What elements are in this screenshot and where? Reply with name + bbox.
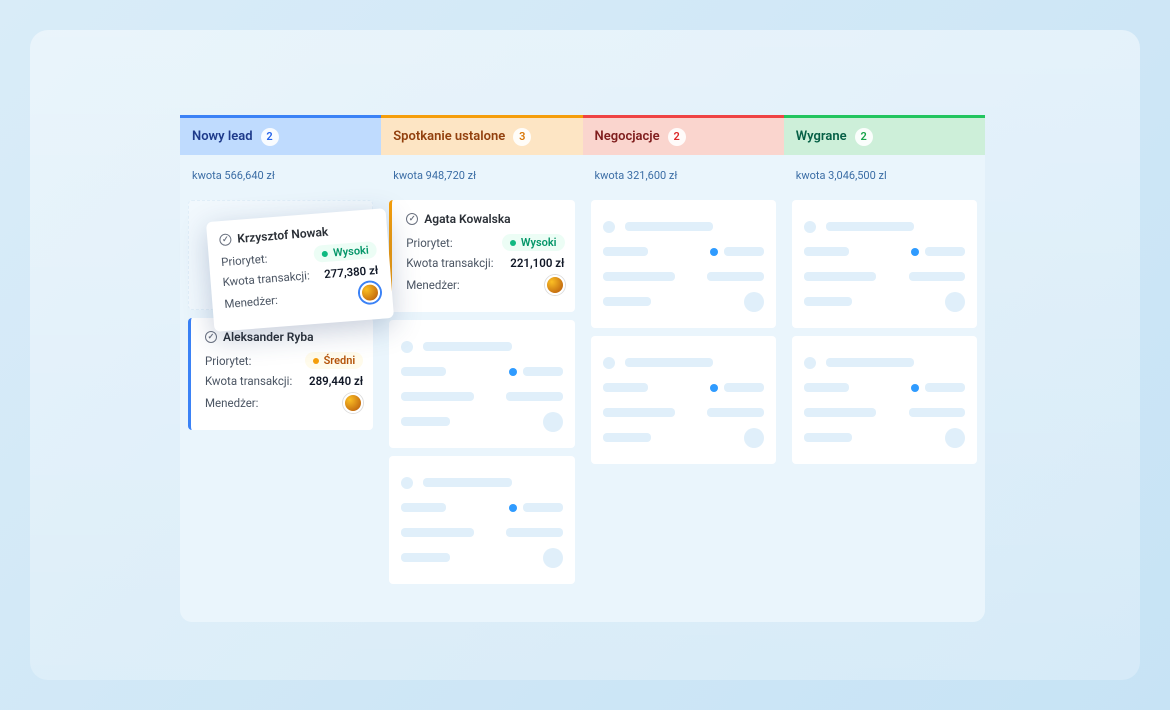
avatar[interactable] [343, 393, 363, 413]
deal-card-placeholder[interactable] [591, 200, 776, 328]
priority-label: Priorytet: [406, 236, 452, 250]
deal-card-placeholder[interactable] [389, 456, 574, 584]
check-icon [219, 233, 232, 246]
column-amount: kwota 566,640 zł [180, 155, 381, 192]
column-count-badge: 3 [513, 128, 531, 146]
priority-dot-icon [313, 358, 319, 364]
amount-label: Kwota transakcji: [205, 374, 292, 388]
kanban-column-new-lead: Nowy lead 2 kwota 566,640 zł Aleksander … [180, 115, 381, 622]
manager-label: Menedżer: [205, 396, 258, 410]
column-count-badge: 2 [855, 128, 873, 146]
column-amount: kwota 948,720 zł [381, 155, 582, 192]
manager-label: Menedżer: [406, 278, 459, 292]
card-title: Agata Kowalska [406, 212, 564, 226]
check-icon [205, 331, 217, 343]
column-header[interactable]: Wygrane 2 [784, 115, 985, 155]
priority-pill: Średni [305, 352, 364, 369]
kanban-column-meeting-set: Spotkanie ustalone 3 kwota 948,720 zł Ag… [381, 115, 582, 622]
deal-card[interactable]: Agata Kowalska Priorytet: Wysoki Kwota t… [389, 200, 574, 312]
priority-label: Priorytet: [221, 251, 268, 269]
avatar[interactable] [545, 275, 565, 295]
column-count-badge: 2 [668, 128, 686, 146]
priority-label: Priorytet: [205, 354, 251, 368]
kanban-column-negotiations: Negocjacje 2 kwota 321,600 zł [583, 115, 784, 622]
amount-label: Kwota transakcji: [222, 268, 310, 289]
column-title: Negocjacje [595, 129, 660, 144]
column-amount: kwota 3,046,500 zl [784, 155, 985, 192]
manager-label: Menedżer: [224, 293, 278, 311]
card-title: Aleksander Ryba [205, 330, 363, 344]
deal-card-placeholder[interactable] [792, 200, 977, 328]
column-header[interactable]: Nowy lead 2 [180, 115, 381, 155]
column-count-badge: 2 [261, 128, 279, 146]
deal-card[interactable]: Aleksander Ryba Priorytet: Średni Kwota … [188, 318, 373, 430]
column-title: Spotkanie ustalone [393, 129, 505, 144]
dragging-deal-card[interactable]: Krzysztof Nowak Priorytet: Wysoki Kwota … [206, 208, 394, 332]
deal-card-placeholder[interactable] [792, 336, 977, 464]
deal-card-placeholder[interactable] [389, 320, 574, 448]
column-title: Nowy lead [192, 129, 253, 144]
amount-value: 289,440 zł [309, 374, 363, 388]
column-amount: kwota 321,600 zł [583, 155, 784, 192]
check-icon [406, 213, 418, 225]
priority-pill: Wysoki [502, 234, 565, 251]
priority-pill: Wysoki [313, 241, 377, 263]
amount-value: 277,380 zł [324, 263, 379, 281]
column-header[interactable]: Spotkanie ustalone 3 [381, 115, 582, 155]
deal-card-placeholder[interactable] [591, 336, 776, 464]
column-title: Wygrane [796, 129, 847, 144]
kanban-board: Nowy lead 2 kwota 566,640 zł Aleksander … [180, 115, 985, 622]
amount-label: Kwota transakcji: [406, 256, 493, 270]
avatar[interactable] [359, 282, 381, 304]
kanban-column-won: Wygrane 2 kwota 3,046,500 zl [784, 115, 985, 622]
column-header[interactable]: Negocjacje 2 [583, 115, 784, 155]
amount-value: 221,100 zł [510, 256, 564, 270]
priority-dot-icon [510, 240, 516, 246]
priority-dot-icon [322, 250, 328, 256]
